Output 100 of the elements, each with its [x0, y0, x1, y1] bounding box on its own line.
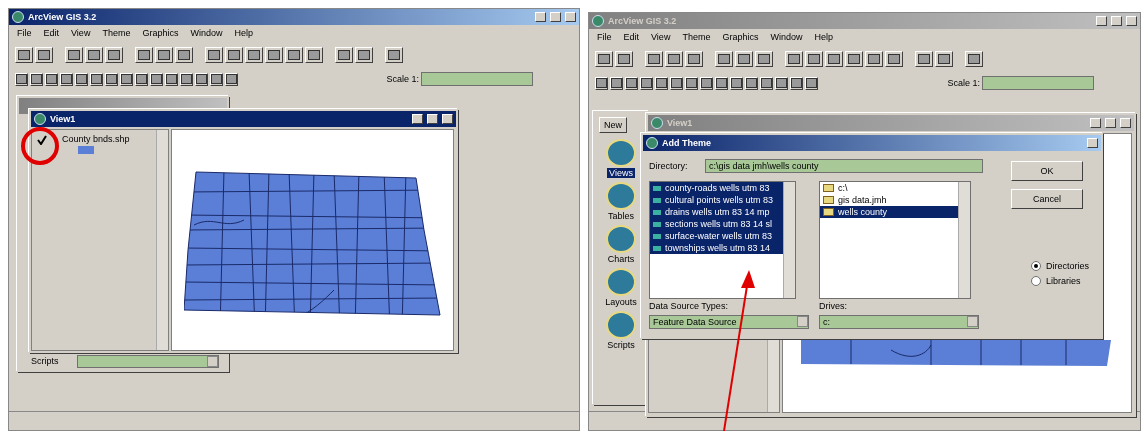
folder-list-item[interactable]: c:\: [820, 182, 958, 194]
directory-field[interactable]: c:\gis data jmh\wells county: [705, 159, 983, 173]
maximize-button[interactable]: [427, 114, 438, 124]
menu-item[interactable]: Edit: [43, 28, 60, 40]
project-item[interactable]: Tables: [606, 211, 636, 221]
toolbar-button[interactable]: [35, 47, 53, 63]
toolbar-button[interactable]: [685, 51, 703, 67]
toolbar-button[interactable]: [65, 47, 83, 63]
minimize-button[interactable]: [535, 12, 546, 22]
toolbar-button[interactable]: [865, 51, 883, 67]
toolbar-button[interactable]: [615, 51, 633, 67]
file-list-item[interactable]: townships wells utm 83 14: [650, 242, 783, 254]
toolbar-button[interactable]: [355, 47, 373, 63]
tool-button[interactable]: [730, 76, 743, 90]
toolbar-button[interactable]: [305, 47, 323, 63]
scroll-bar[interactable]: [958, 182, 970, 298]
tool-button[interactable]: [30, 72, 43, 86]
tool-button[interactable]: [135, 72, 148, 86]
new-button[interactable]: New: [599, 117, 627, 133]
tool-button[interactable]: [760, 76, 773, 90]
toolbar-button[interactable]: [205, 47, 223, 63]
tool-button[interactable]: [75, 72, 88, 86]
file-list-item[interactable]: county-roads wells utm 83: [650, 182, 783, 194]
tool-button[interactable]: [180, 72, 193, 86]
tool-button[interactable]: [105, 72, 118, 86]
file-list-item[interactable]: surface-water wells utm 83: [650, 230, 783, 242]
menu-item[interactable]: File: [597, 32, 612, 44]
tool-button[interactable]: [625, 76, 638, 90]
menu-item[interactable]: Help: [234, 28, 253, 40]
tool-button[interactable]: [745, 76, 758, 90]
menu-item[interactable]: Help: [814, 32, 833, 44]
folder-list-item[interactable]: wells county: [820, 206, 958, 218]
toolbar-button[interactable]: [825, 51, 843, 67]
tool-button[interactable]: [700, 76, 713, 90]
radio-button[interactable]: [1031, 261, 1041, 271]
drives-dropdown[interactable]: c:: [819, 315, 979, 329]
tool-button[interactable]: [655, 76, 668, 90]
toolbar-button[interactable]: [805, 51, 823, 67]
project-item[interactable]: Charts: [605, 254, 637, 264]
toolbar-button[interactable]: [245, 47, 263, 63]
scale-field[interactable]: [421, 72, 533, 86]
close-button[interactable]: [565, 12, 576, 22]
scroll-bar[interactable]: [783, 182, 795, 298]
dropdown[interactable]: [77, 355, 219, 368]
minimize-button[interactable]: [412, 114, 423, 124]
toolbar-button[interactable]: [785, 51, 803, 67]
menu-item[interactable]: View: [651, 32, 671, 44]
toolbar-button[interactable]: [335, 47, 353, 63]
file-list-item[interactable]: cultural points wells utm 83: [650, 194, 783, 206]
toolbar-button[interactable]: [645, 51, 663, 67]
toolbar-button[interactable]: [285, 47, 303, 63]
dialog-button[interactable]: OK: [1011, 161, 1083, 181]
file-list[interactable]: county-roads wells utm 83 cultural points wells utm 83 drains wells utm 83 14 mp sections wells utm 83 14 sl surface-water wells utm 83 townships wells utm 83 14: [649, 181, 796, 299]
toolbar-button[interactable]: [965, 51, 983, 67]
toolbar-button[interactable]: [595, 51, 613, 67]
tool-button[interactable]: [670, 76, 683, 90]
close-button[interactable]: [1087, 138, 1098, 148]
theme-name[interactable]: County bnds.shp: [62, 134, 130, 144]
toolbar-button[interactable]: [105, 47, 123, 63]
radio-button[interactable]: [1031, 276, 1041, 286]
toolbar-button[interactable]: [175, 47, 193, 63]
tool-button[interactable]: [685, 76, 698, 90]
folder-list[interactable]: c:\ gis data.jmh wells county: [819, 181, 971, 299]
close-button[interactable]: [442, 114, 453, 124]
toolbar-button[interactable]: [85, 47, 103, 63]
menu-item[interactable]: Edit: [623, 32, 640, 44]
tool-button[interactable]: [165, 72, 178, 86]
tool-button[interactable]: [640, 76, 653, 90]
scroll-bar[interactable]: [156, 130, 168, 350]
toolbar-button[interactable]: [15, 47, 33, 63]
tool-button[interactable]: [805, 76, 818, 90]
tool-button[interactable]: [60, 72, 73, 86]
folder-list-item[interactable]: gis data.jmh: [820, 194, 958, 206]
toolbar-button[interactable]: [135, 47, 153, 63]
toolbar-button[interactable]: [385, 47, 403, 63]
toolbar-button[interactable]: [265, 47, 283, 63]
toolbar-button[interactable]: [885, 51, 903, 67]
tool-button[interactable]: [715, 76, 728, 90]
toolbar-button[interactable]: [665, 51, 683, 67]
toolbar-button[interactable]: [755, 51, 773, 67]
toolbar-button[interactable]: [915, 51, 933, 67]
project-item[interactable]: Scripts: [605, 340, 637, 350]
menu-item[interactable]: File: [17, 28, 32, 40]
menu-item[interactable]: Graphics: [142, 28, 179, 40]
toolbar-button[interactable]: [225, 47, 243, 63]
file-list-item[interactable]: sections wells utm 83 14 sl: [650, 218, 783, 230]
toolbar-button[interactable]: [155, 47, 173, 63]
tool-button[interactable]: [195, 72, 208, 86]
project-item[interactable]: Views: [607, 168, 635, 178]
toolbar-button[interactable]: [845, 51, 863, 67]
menu-item[interactable]: Theme: [682, 32, 711, 44]
tool-button[interactable]: [45, 72, 58, 86]
tool-button[interactable]: [120, 72, 133, 86]
menu-item[interactable]: Window: [770, 32, 803, 44]
tool-button[interactable]: [775, 76, 788, 90]
tool-button[interactable]: [790, 76, 803, 90]
menu-item[interactable]: Graphics: [722, 32, 759, 44]
tool-button[interactable]: [150, 72, 163, 86]
scale-field[interactable]: [982, 76, 1094, 90]
source-type-dropdown[interactable]: Feature Data Source: [649, 315, 809, 329]
